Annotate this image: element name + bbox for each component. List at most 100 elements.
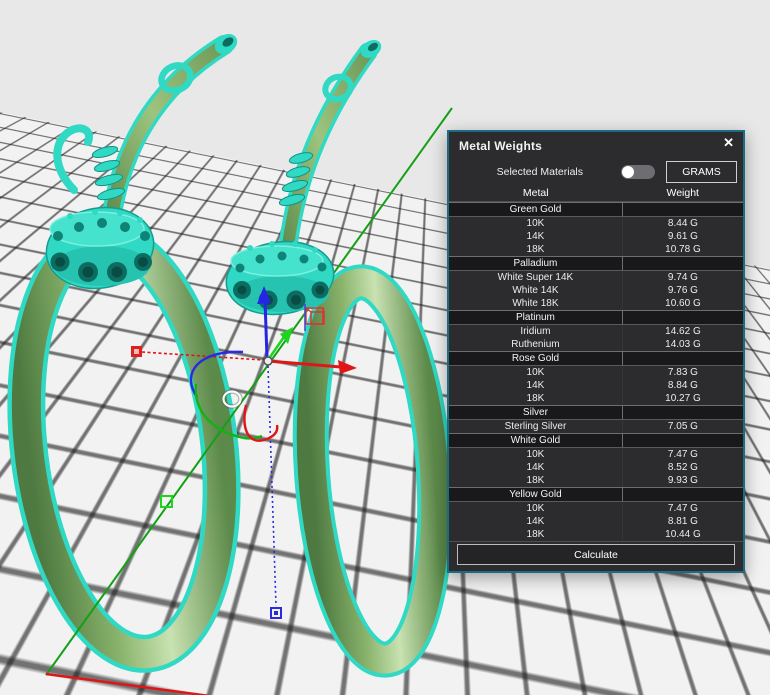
panel-title: Metal Weights [459,139,542,153]
metal-weight: 8.84 G [622,379,743,392]
metal-section-row: Green Gold [449,202,743,217]
z-extent-dashed-line [268,366,276,606]
section-weight-cell [622,311,743,324]
metal-weight: 8.44 G [622,217,743,230]
metal-row: 10K 7.83 G [449,366,743,379]
blue-axis-handle-center [274,611,278,615]
metal-weight: 7.05 G [622,420,743,433]
metal-section-row: Rose Gold [449,351,743,366]
gizmo-center-handle[interactable] [264,357,272,365]
axis-line-red[interactable] [46,674,232,695]
metal-label: Ruthenium [449,338,622,351]
metal-weight: 9.93 G [622,474,743,487]
metal-weight: 10.78 G [622,243,743,256]
metal-label: White Super 14K [449,271,622,284]
red-axis-handle-center [134,349,139,354]
metal-row: 14K 8.84 G [449,379,743,392]
metal-row: 10K 7.47 G [449,448,743,461]
metal-weight: 8.81 G [622,515,743,528]
metal-column-header: Metal [449,185,622,201]
metal-row: White 18K 10.60 G [449,297,743,310]
panel-controls: Selected Materials GRAMS [449,159,743,185]
section-name: White Gold [449,434,622,447]
metal-weight: 9.61 G [622,230,743,243]
metal-label: 10K [449,217,622,230]
metal-weight: 8.52 G [622,461,743,474]
metal-section-row: Silver [449,405,743,420]
metal-section-row: Palladium [449,256,743,271]
translate-x-arrowhead[interactable] [338,360,357,374]
metal-label: White 18K [449,297,622,310]
metal-row: Sterling Silver 7.05 G [449,420,743,433]
metal-label: 18K [449,528,622,541]
metal-row: White 14K 9.76 G [449,284,743,297]
section-name: Palladium [449,257,622,270]
metal-label: Iridium [449,325,622,338]
metal-row: White Super 14K 9.74 G [449,271,743,284]
metal-label: White 14K [449,284,622,297]
toggle-knob [622,166,634,178]
metal-row: 18K 10.78 G [449,243,743,256]
section-weight-cell [622,406,743,419]
metal-row: Ruthenium 14.03 G [449,338,743,351]
metal-label: 10K [449,502,622,515]
left-hoop-tube [4,229,243,665]
metal-weight: 14.03 G [622,338,743,351]
section-name: Silver [449,406,622,419]
metal-label: 10K [449,448,622,461]
selected-materials-toggle[interactable] [621,165,655,179]
metal-weight: 7.83 G [622,366,743,379]
section-name: Green Gold [449,203,622,216]
metal-weight: 9.76 G [622,284,743,297]
metal-row: 14K 8.52 G [449,461,743,474]
right-earring[interactable] [222,36,448,663]
metal-section-row: Platinum [449,310,743,325]
section-name: Rose Gold [449,352,622,365]
metal-row: 14K 8.81 G [449,515,743,528]
metal-weights-table: Green Gold 10K 8.44 G 14K 9.61 G 18K 10.78 G Pa… [449,201,743,542]
section-weight-cell [622,434,743,447]
metal-section-row: White Gold [449,433,743,448]
metal-weight: 10.27 G [622,392,743,405]
section-weight-cell [622,257,743,270]
section-name: Platinum [449,311,622,324]
metal-label: 18K [449,474,622,487]
panel-header: Metal Weights ✕ [449,132,743,159]
metal-label: 14K [449,461,622,474]
metal-weight: 14.62 G [622,325,743,338]
table-column-headers: Metal Weight [449,185,743,201]
metal-weight: 7.47 G [622,448,743,461]
metal-row: 18K 10.27 G [449,392,743,405]
selected-materials-label: Selected Materials [497,166,583,178]
translate-z-arrow[interactable] [265,300,267,358]
left-clasp-hook [57,128,89,190]
metal-section-row: Yellow Gold [449,487,743,502]
metal-row: Iridium 14.62 G [449,325,743,338]
section-weight-cell [622,488,743,501]
section-weight-cell [622,203,743,216]
metal-row: 10K 8.44 G [449,217,743,230]
section-name: Yellow Gold [449,488,622,501]
weight-column-header: Weight [622,185,743,201]
units-button[interactable]: GRAMS [666,161,737,183]
metal-label: 10K [449,366,622,379]
metal-row: 18K 10.44 G [449,528,743,541]
metal-weight: 10.44 G [622,528,743,541]
metal-row: 10K 7.47 G [449,502,743,515]
left-earring[interactable] [4,30,243,665]
metal-weights-panel: Metal Weights ✕ Selected Materials GRAMS… [447,130,745,573]
viewport-3d: Metal Weights ✕ Selected Materials GRAMS… [0,0,770,695]
metal-row: 14K 9.61 G [449,230,743,243]
calculate-button[interactable]: Calculate [457,544,735,565]
metal-label: 14K [449,379,622,392]
metal-label: Sterling Silver [449,420,622,433]
metal-weight: 10.60 G [622,297,743,310]
metal-weight: 9.74 G [622,271,743,284]
metal-label: 14K [449,515,622,528]
metal-label: 18K [449,392,622,405]
metal-weight: 7.47 G [622,502,743,515]
metal-label: 14K [449,230,622,243]
section-weight-cell [622,352,743,365]
metal-label: 18K [449,243,622,256]
close-icon[interactable]: ✕ [723,136,734,150]
